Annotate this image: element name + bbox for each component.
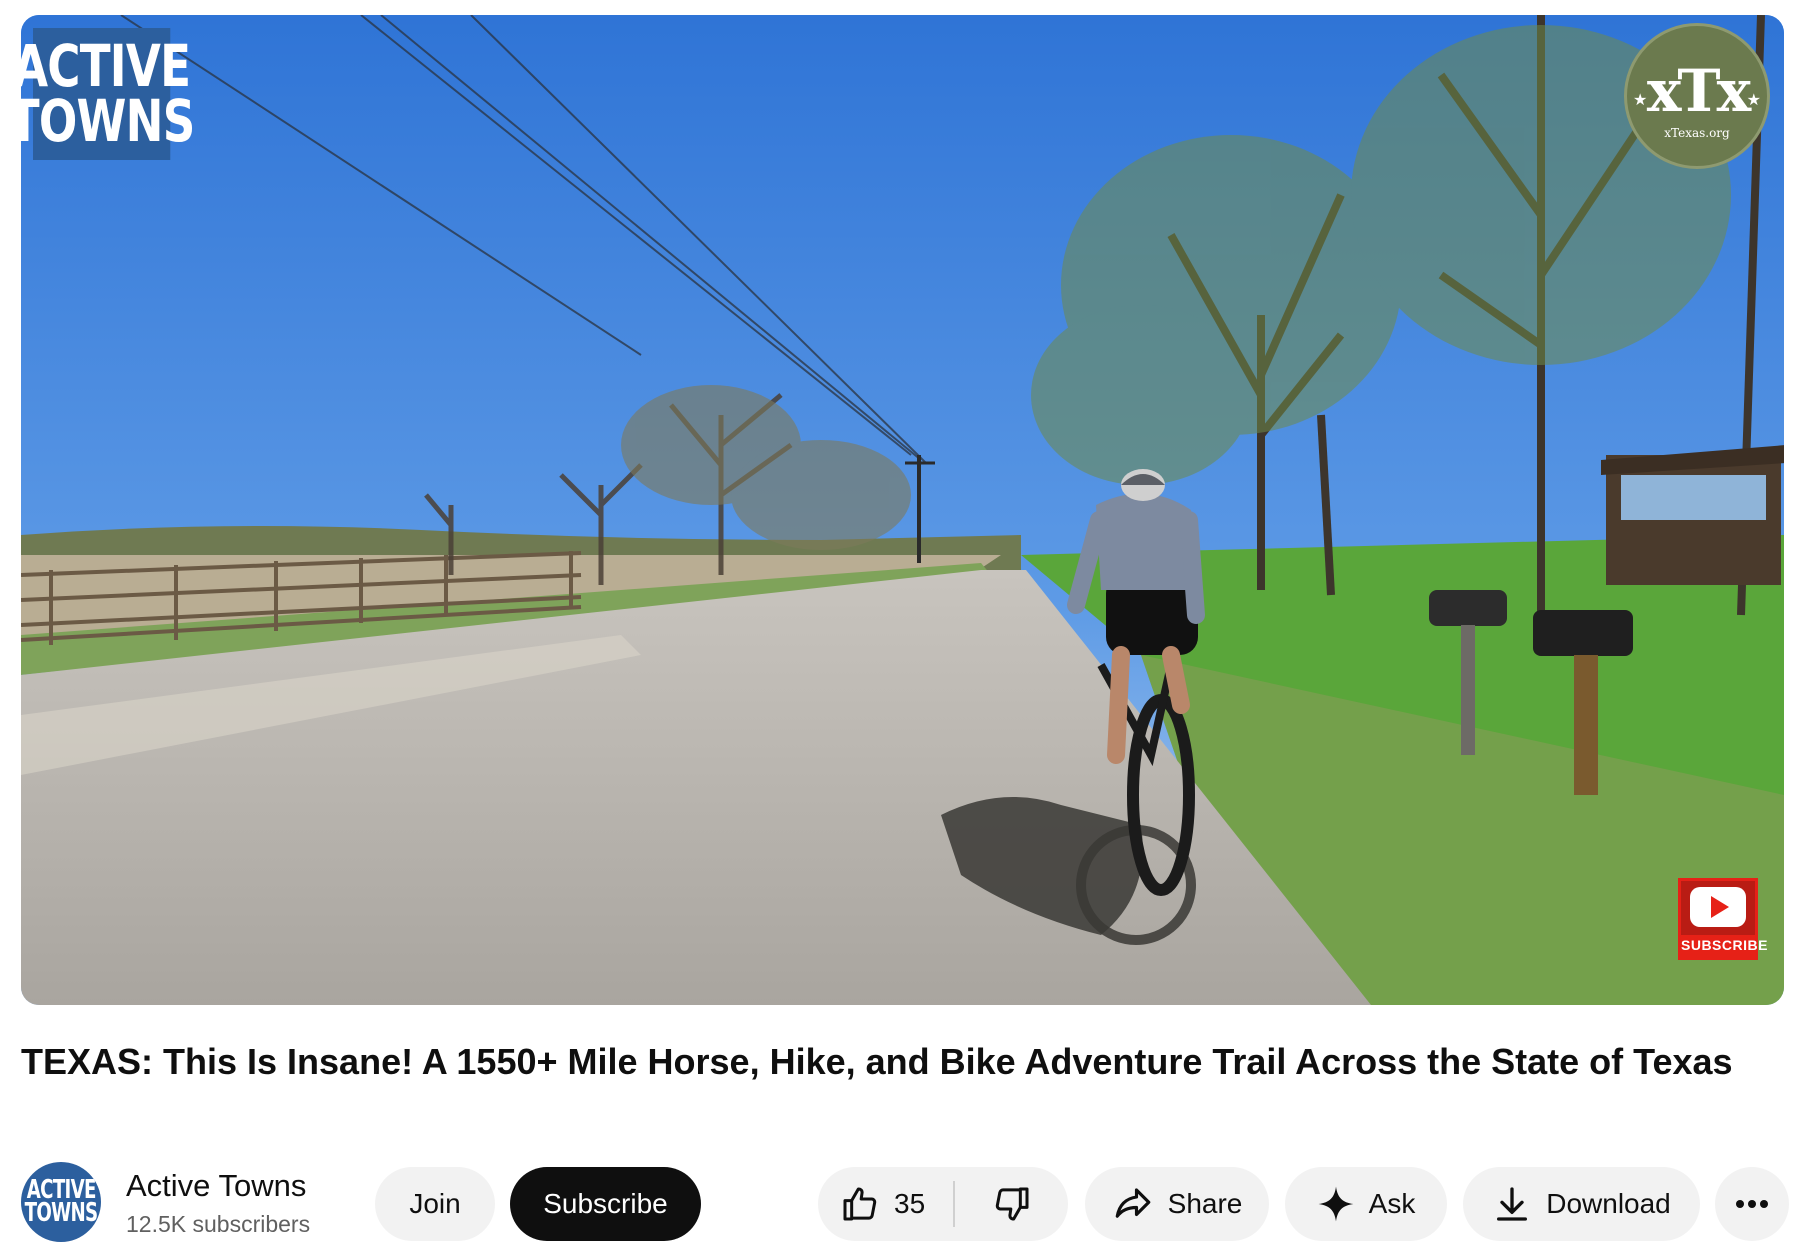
- dislike-button[interactable]: [955, 1167, 1068, 1241]
- avatar-line-2: TOWNS: [24, 1198, 99, 1228]
- watermark-line-2: TOWNS: [21, 87, 195, 155]
- like-count: 35: [894, 1188, 926, 1219]
- share-button[interactable]: Share: [1085, 1167, 1269, 1241]
- subscribe-watermark-button[interactable]: SUBSCRIBE: [1678, 878, 1767, 960]
- sparkle-icon: [1318, 1186, 1354, 1222]
- seal-url: xTexas.org: [1664, 126, 1730, 140]
- download-label: Download: [1546, 1188, 1671, 1219]
- active-towns-watermark: ACTIVE TOWNS: [21, 28, 195, 160]
- watermark-line-1: ACTIVE: [21, 31, 191, 100]
- video-title: TEXAS: This Is Insane! A 1550+ Mile Hors…: [21, 1041, 1733, 1082]
- download-icon: [1497, 1187, 1528, 1221]
- join-button[interactable]: Join: [375, 1167, 495, 1241]
- video-player[interactable]: ACTIVE TOWNS ★ ★ xTx xTexas.org SUBSCRIBE: [21, 15, 1784, 1005]
- seal-stars: ★ ★: [1633, 90, 1761, 109]
- join-label: Join: [409, 1188, 461, 1219]
- youtube-play-icon: [1690, 887, 1746, 927]
- like-button[interactable]: 35: [818, 1167, 953, 1241]
- thumbs-down-icon: [995, 1187, 1029, 1221]
- ask-button[interactable]: Ask: [1285, 1167, 1447, 1241]
- channel-avatar[interactable]: ACTIVE TOWNS: [21, 1162, 101, 1242]
- channel-name[interactable]: Active Towns: [126, 1168, 306, 1204]
- subscribe-button[interactable]: Subscribe: [510, 1167, 701, 1241]
- xtexas-seal-icon: ★ ★ xTx xTexas.org: [1624, 23, 1770, 169]
- like-dislike-group: 35: [818, 1167, 1068, 1241]
- subscriber-count: 12.5K subscribers: [126, 1211, 311, 1237]
- download-button[interactable]: Download: [1463, 1167, 1700, 1241]
- ask-label: Ask: [1368, 1188, 1416, 1219]
- share-arrow-icon: [1115, 1188, 1150, 1218]
- more-horizontal-icon: [1736, 1200, 1768, 1208]
- subscribe-label: Subscribe: [543, 1188, 668, 1219]
- thumbs-up-icon: [843, 1187, 877, 1221]
- subscribe-watermark-label: SUBSCRIBE: [1681, 935, 1767, 957]
- share-label: Share: [1167, 1188, 1243, 1219]
- more-actions-button[interactable]: [1715, 1167, 1789, 1241]
- video-frame: [21, 15, 1784, 1005]
